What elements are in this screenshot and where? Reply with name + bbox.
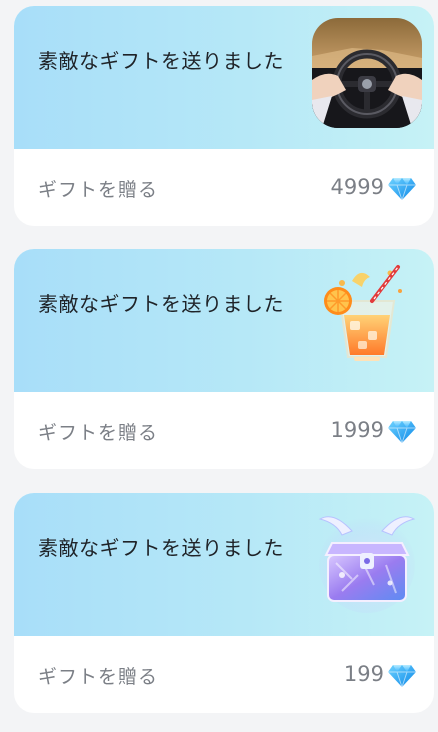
gift-card-title: 素敵なギフトを送りました (38, 49, 284, 73)
send-gift-button[interactable]: ギフトを贈る (38, 662, 158, 689)
gift-card-header: 素敵なギフトを送りました (14, 6, 434, 149)
gift-card-title: 素敵なギフトを送りました (38, 536, 284, 560)
gift-card-header: 素敵なギフトを送りました (14, 493, 434, 636)
diamond-icon (388, 665, 416, 688)
gift-card[interactable]: 素敵なギフトを送りました (14, 493, 434, 713)
steering-wheel-car-gift-icon (312, 18, 422, 128)
gift-card-footer: ギフトを贈る 1999 (14, 392, 434, 469)
gift-card[interactable]: 素敵なギフトを送りました (14, 6, 434, 226)
send-gift-button[interactable]: ギフトを贈る (38, 175, 158, 202)
orange-juice-gift-icon (324, 265, 402, 361)
gift-price: 1999 (330, 418, 384, 442)
winged-treasure-chest-gift-icon (318, 516, 416, 613)
gift-card[interactable]: 素敵なギフトを送りました (14, 249, 434, 469)
gift-price: 199 (343, 662, 384, 686)
diamond-icon (388, 178, 416, 201)
gift-card-footer: ギフトを贈る 199 (14, 636, 434, 713)
diamond-icon (388, 421, 416, 444)
gift-card-header: 素敵なギフトを送りました (14, 249, 434, 392)
send-gift-button[interactable]: ギフトを贈る (38, 418, 158, 445)
gift-card-footer: ギフトを贈る 4999 (14, 149, 434, 226)
gift-price: 4999 (330, 175, 384, 199)
gift-card-title: 素敵なギフトを送りました (38, 292, 284, 316)
